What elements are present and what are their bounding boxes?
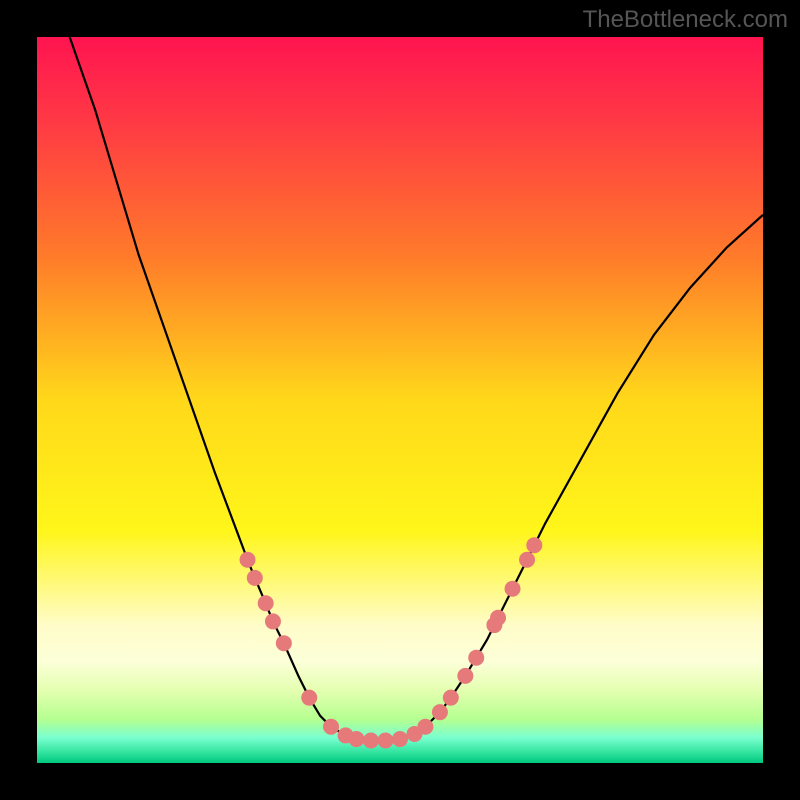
data-marker	[417, 719, 433, 735]
data-marker	[276, 635, 292, 651]
data-marker	[258, 595, 274, 611]
chart-svg	[37, 37, 763, 763]
data-marker	[323, 719, 339, 735]
data-marker	[490, 610, 506, 626]
data-marker	[247, 570, 263, 586]
data-marker	[457, 668, 473, 684]
data-marker	[392, 731, 408, 747]
data-marker	[432, 704, 448, 720]
data-marker	[377, 732, 393, 748]
watermark-text: TheBottleneck.com	[583, 6, 788, 34]
chart-background	[37, 37, 763, 763]
data-marker	[519, 552, 535, 568]
data-marker	[363, 732, 379, 748]
data-marker	[505, 581, 521, 597]
data-marker	[301, 690, 317, 706]
data-marker	[265, 613, 281, 629]
data-marker	[526, 537, 542, 553]
data-marker	[468, 650, 484, 666]
chart-container: TheBottleneck.com	[0, 0, 800, 800]
data-marker	[348, 731, 364, 747]
plot-area	[37, 37, 763, 763]
data-marker	[443, 690, 459, 706]
data-marker	[240, 552, 256, 568]
